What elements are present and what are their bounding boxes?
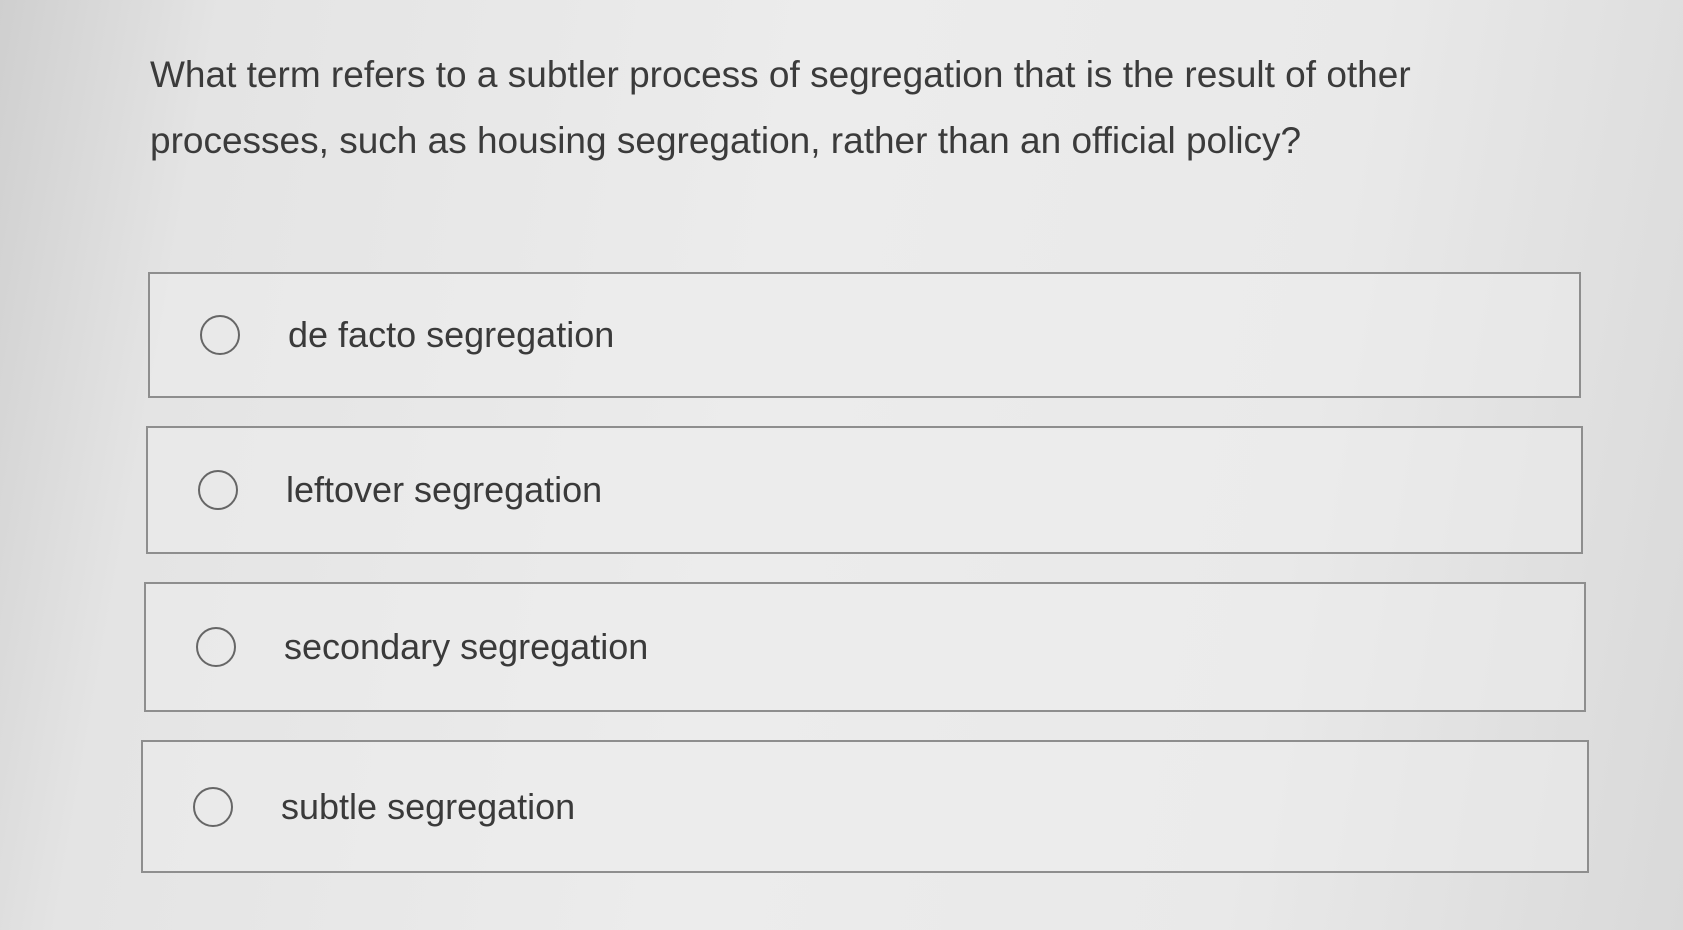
radio-unselected-icon[interactable]: [196, 627, 236, 667]
option-label: leftover segregation: [286, 469, 603, 510]
option-label: de facto segregation: [288, 314, 615, 355]
option-leftover-segregation[interactable]: leftover segregation: [146, 426, 1583, 554]
option-de-facto-segregation[interactable]: de facto segregation: [148, 272, 1581, 398]
radio-unselected-icon[interactable]: [200, 315, 240, 355]
radio-unselected-icon[interactable]: [193, 786, 233, 827]
option-subtle-segregation[interactable]: subtle segregation: [141, 740, 1589, 873]
question-text: What term refers to a subtler process of…: [150, 54, 1411, 161]
option-secondary-segregation[interactable]: secondary segregation: [144, 582, 1586, 712]
radio-unselected-icon[interactable]: [198, 470, 238, 510]
option-label: secondary segregation: [284, 626, 649, 667]
option-label: subtle segregation: [281, 785, 576, 827]
answer-options: de facto segregation leftover segregatio…: [141, 272, 1589, 901]
